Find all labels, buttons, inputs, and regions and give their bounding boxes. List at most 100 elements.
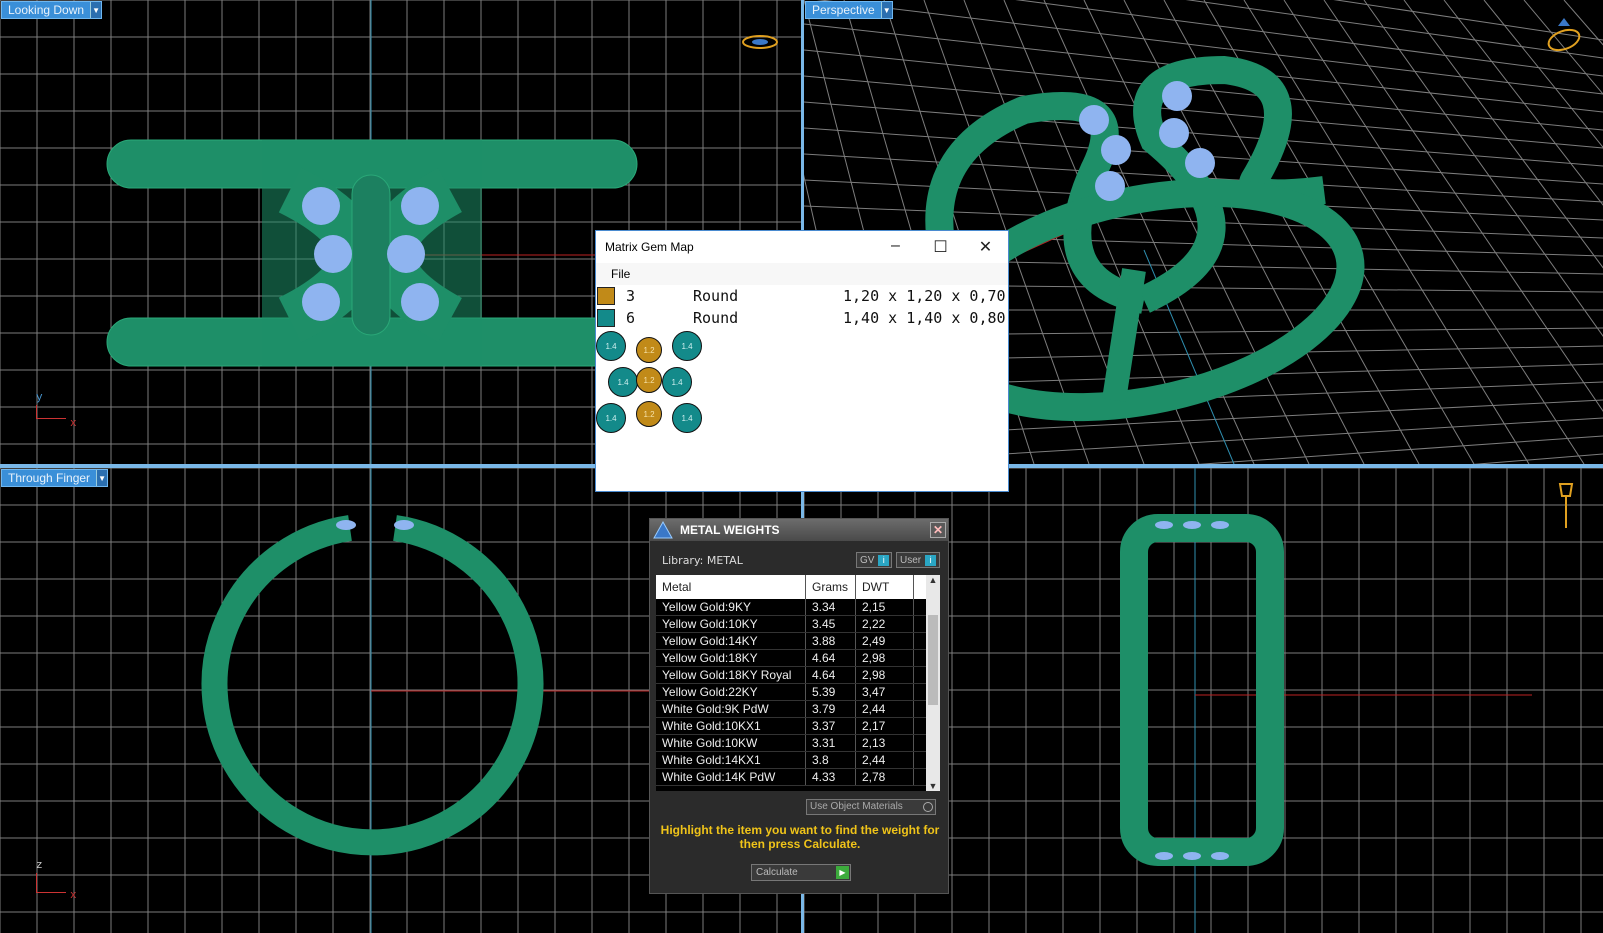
gv-toggle[interactable]: GV i <box>856 552 892 568</box>
metal-weights-panel[interactable]: METAL WEIGHTS ✕ Library: METAL GV i User i… <box>649 518 949 894</box>
gem-layout: 1.4 1.2 1.4 1.4 1.2 1.4 1.4 1.2 1.4 <box>596 329 1008 449</box>
viewport-label: Perspective <box>812 3 875 17</box>
metal-dwt: 3,47 <box>856 684 914 700</box>
gem-bubble[interactable]: 1.2 <box>636 367 662 393</box>
axis-indicator: y x <box>36 392 77 430</box>
axis-z-label: z <box>36 860 43 872</box>
gem-count: 3 <box>626 287 636 305</box>
use-object-materials-toggle[interactable]: Use Object Materials <box>806 799 936 815</box>
close-icon[interactable]: ✕ <box>963 237 1008 257</box>
table-row[interactable]: Yellow Gold:14KY 3.88 2,49 <box>656 633 926 650</box>
table-row[interactable]: Yellow Gold:10KY 3.45 2,22 <box>656 616 926 633</box>
table-scrollbar[interactable]: ▲ ▼ <box>926 575 940 791</box>
metal-grams: 3.8 <box>806 752 856 768</box>
gem-row: 3 Round 1,20 x 1,20 x 0,70 <box>596 285 1008 307</box>
gem-shape: Round <box>693 287 739 305</box>
gem-bubble[interactable]: 1.4 <box>672 403 702 433</box>
gem-list: 3 Round 1,20 x 1,20 x 0,70 6 Round 1,40 x 1,4… <box>596 285 1008 329</box>
metal-name: White Gold:10KW <box>656 735 806 751</box>
viewport-label-dropdown[interactable]: Looking Down ▼ <box>1 1 103 19</box>
gem-count: 6 <box>626 309 636 327</box>
viewport-label-dropdown[interactable]: Through Finger ▼ <box>1 469 109 487</box>
metal-grams: 3.34 <box>806 599 856 615</box>
table-row[interactable]: Yellow Gold:22KY 5.39 3,47 <box>656 684 926 701</box>
col-metal[interactable]: Metal <box>656 575 806 599</box>
scroll-thumb[interactable] <box>928 615 938 705</box>
viewport-label: Looking Down <box>8 3 85 17</box>
scroll-down-icon[interactable]: ▼ <box>926 781 940 791</box>
gem-bubble[interactable]: 1.4 <box>672 331 702 361</box>
user-toggle[interactable]: User i <box>896 552 940 568</box>
metal-dwt: 2,44 <box>856 701 914 717</box>
table-row[interactable]: White Gold:10KW 3.31 2,13 <box>656 735 926 752</box>
ring-orientation-icon[interactable] <box>740 30 780 54</box>
gem-bubble[interactable]: 1.2 <box>636 401 662 427</box>
table-row[interactable]: Yellow Gold:18KY 4.64 2,98 <box>656 650 926 667</box>
user-label: User <box>900 554 922 566</box>
metal-name: White Gold:10KX1 <box>656 718 806 734</box>
gem-row: 6 Round 1,40 x 1,40 x 0,80 <box>596 307 1008 329</box>
close-icon[interactable]: ✕ <box>930 522 946 538</box>
metal-name: Yellow Gold:22KY <box>656 684 806 700</box>
viewport-label-dropdown[interactable]: Perspective ▼ <box>805 1 893 19</box>
table-row[interactable]: White Gold:14KX1 3.8 2,44 <box>656 752 926 769</box>
menu-bar: File <box>596 263 1008 285</box>
minimize-icon[interactable]: – <box>873 237 918 257</box>
table-row[interactable]: White Gold:14K PdW 4.33 2,78 <box>656 769 926 786</box>
metal-grams: 3.37 <box>806 718 856 734</box>
chevron-down-icon[interactable]: ▼ <box>96 470 108 486</box>
axis-indicator: z x <box>36 860 77 902</box>
metal-name: White Gold:14KX1 <box>656 752 806 768</box>
table-row[interactable]: Yellow Gold:9KY 3.34 2,15 <box>656 599 926 616</box>
chevron-down-icon[interactable]: ▼ <box>880 2 892 18</box>
axis-x-label: x <box>70 418 77 430</box>
calculate-label: Calculate <box>756 867 798 878</box>
metal-name: Yellow Gold:18KY Royal <box>656 667 806 683</box>
metal-table[interactable]: Metal Grams DWT Yellow Gold:9KY 3.34 2,15 Y… <box>656 575 926 791</box>
metal-dwt: 2,22 <box>856 616 914 632</box>
scroll-up-icon[interactable]: ▲ <box>926 575 940 585</box>
metal-dwt: 2,49 <box>856 633 914 649</box>
metal-grams: 4.64 <box>806 650 856 666</box>
gem-map-window[interactable]: Matrix Gem Map – ☐ ✕ File 3 Round 1,20 x 1… <box>595 230 1009 492</box>
panel-header[interactable]: METAL WEIGHTS ✕ <box>650 519 948 541</box>
metal-name: Yellow Gold:18KY <box>656 650 806 666</box>
metal-grams: 3.88 <box>806 633 856 649</box>
gem-bubble[interactable]: 1.4 <box>662 367 692 397</box>
chevron-down-icon[interactable]: ▼ <box>90 2 102 18</box>
gem-bubble[interactable]: 1.4 <box>596 403 626 433</box>
gem-shape: Round <box>693 309 739 327</box>
table-row[interactable]: White Gold:10KX1 3.37 2,17 <box>656 718 926 735</box>
gem-bubble[interactable]: 1.4 <box>608 367 638 397</box>
camera-icon[interactable] <box>1556 480 1576 532</box>
table-row[interactable]: White Gold:9K PdW 3.79 2,44 <box>656 701 926 718</box>
maximize-icon[interactable]: ☐ <box>918 237 963 257</box>
metal-dwt: 2,15 <box>856 599 914 615</box>
metal-dwt: 2,98 <box>856 667 914 683</box>
metal-dwt: 2,78 <box>856 769 914 785</box>
col-dwt[interactable]: DWT <box>856 575 914 599</box>
table-row[interactable]: Yellow Gold:18KY Royal 4.64 2,98 <box>656 667 926 684</box>
toggle-icon: i <box>878 554 889 566</box>
menu-file[interactable]: File <box>611 267 630 281</box>
calculate-button[interactable]: Calculate ▶ <box>751 864 851 881</box>
axis-x-label: x <box>70 890 77 902</box>
gv-label: GV <box>860 554 875 566</box>
hint-text: Highlight the item you want to find the … <box>660 823 940 851</box>
metal-dwt: 2,44 <box>856 752 914 768</box>
viewport-label: Through Finger <box>8 471 91 485</box>
table-header: Metal Grams DWT <box>656 575 926 599</box>
gem-bubble[interactable]: 1.2 <box>636 337 662 363</box>
metal-grams: 4.33 <box>806 769 856 785</box>
gem-dimensions: 1,40 x 1,40 x 0,80 <box>843 309 1006 327</box>
ring-rotate-icon[interactable] <box>1544 16 1584 56</box>
metal-grams: 4.64 <box>806 667 856 683</box>
metal-grams: 3.79 <box>806 701 856 717</box>
metal-dwt: 2,98 <box>856 650 914 666</box>
window-titlebar[interactable]: Matrix Gem Map – ☐ ✕ <box>596 231 1008 263</box>
col-grams[interactable]: Grams <box>806 575 856 599</box>
metal-name: Yellow Gold:10KY <box>656 616 806 632</box>
gem-bubble[interactable]: 1.4 <box>596 331 626 361</box>
metal-dwt: 2,13 <box>856 735 914 751</box>
gem-dimensions: 1,20 x 1,20 x 0,70 <box>843 287 1006 305</box>
